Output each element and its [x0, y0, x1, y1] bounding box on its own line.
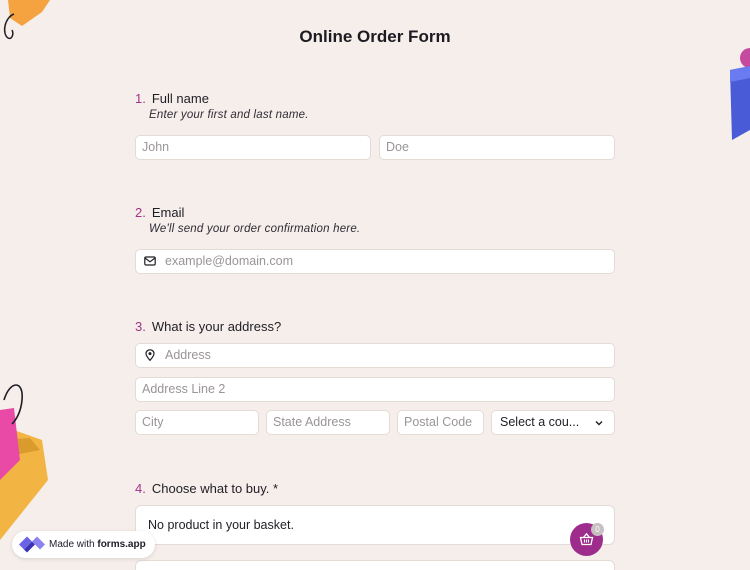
question-full-name: 1. Full name [135, 91, 209, 106]
question-number: 3. [135, 319, 146, 334]
question-title: Choose what to buy. [151, 481, 270, 496]
made-with-badge[interactable]: Made with forms.app [12, 531, 155, 558]
question-title: Email [151, 205, 185, 220]
required-mark: * [273, 481, 279, 496]
email-input[interactable]: example@domain.com [135, 249, 615, 274]
question-products: 4. Choose what to buy. * [135, 481, 278, 496]
chevron-down-icon [595, 421, 603, 426]
city-input[interactable]: City [135, 410, 259, 435]
question-description: We'll send your order confirmation here. [149, 223, 361, 235]
product-list-box[interactable] [135, 560, 615, 570]
basket-status: No product in your basket. [135, 505, 615, 545]
country-select[interactable]: Select a cou... [491, 410, 615, 435]
question-number: 4. [135, 481, 146, 496]
state-input[interactable]: State Address [266, 410, 390, 435]
cart-count-badge: 0 [591, 523, 604, 536]
question-number: 1. [135, 91, 146, 106]
country-select-value: Select a cou... [500, 415, 580, 429]
made-with-text: Made with forms.app [49, 539, 146, 550]
last-name-input[interactable]: Doe [379, 135, 615, 160]
address-input[interactable]: Address [135, 343, 615, 368]
question-address: 3. What is your address? [135, 319, 281, 334]
page-title: Online Order Form [299, 27, 451, 46]
envelope-icon [144, 256, 156, 266]
question-description: Enter your first and last name. [149, 109, 309, 121]
basket-icon [579, 532, 594, 546]
address-placeholder: Address [165, 348, 211, 362]
question-number: 2. [135, 205, 146, 220]
question-email: 2. Email [135, 205, 184, 220]
question-title: What is your address? [151, 319, 282, 334]
shopping-bag-decoration-icon [0, 384, 48, 540]
map-pin-icon [145, 349, 155, 361]
forms-app-logo-icon [19, 536, 45, 553]
gift-box-decoration-icon [730, 48, 750, 140]
postal-code-input[interactable]: Postal Code [397, 410, 484, 435]
address-line-2-input[interactable]: Address Line 2 [135, 377, 615, 402]
question-title: Full name [151, 91, 209, 106]
email-placeholder: example@domain.com [165, 254, 294, 268]
first-name-input[interactable]: John [135, 135, 371, 160]
